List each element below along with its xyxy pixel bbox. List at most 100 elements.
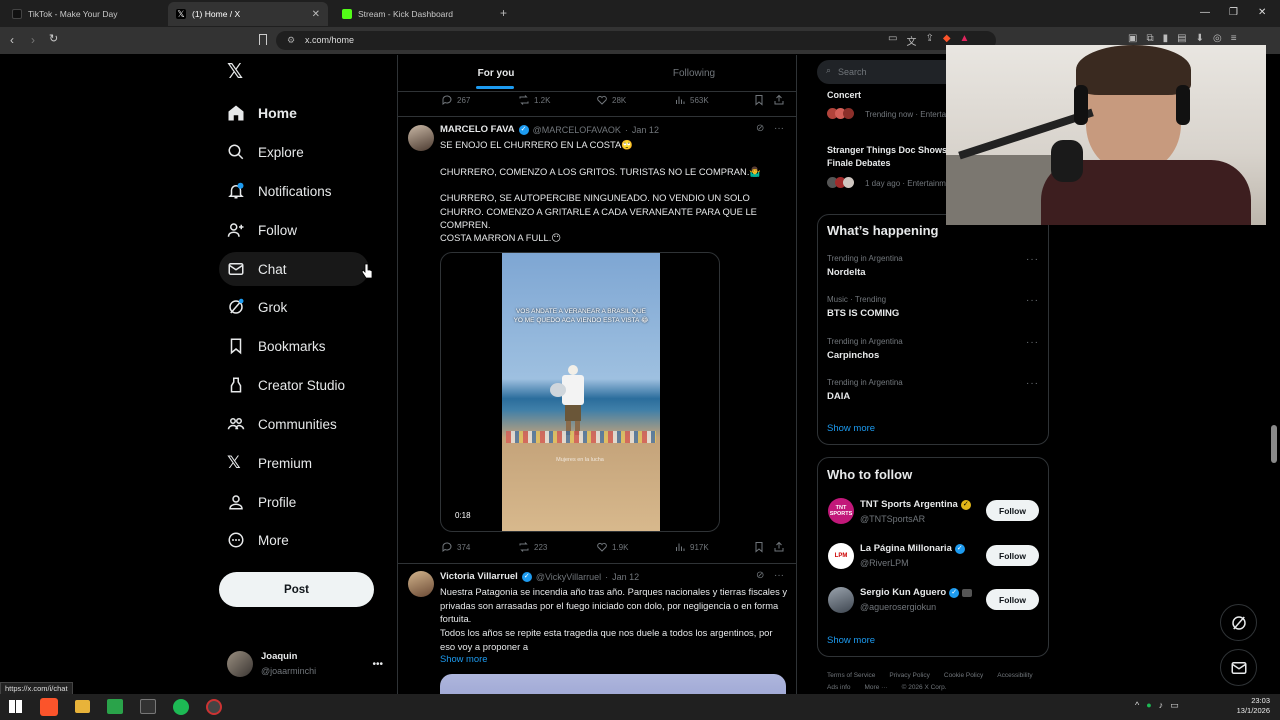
tray-chevron-icon[interactable]: ^ <box>1135 700 1139 711</box>
account-more-icon[interactable]: ••• <box>372 659 383 670</box>
minimize-icon[interactable]: — <box>1200 7 1210 18</box>
account-name[interactable]: La Página Millonaria <box>860 543 952 554</box>
nav-profile[interactable]: Profile <box>219 485 369 519</box>
footer-link[interactable]: Ads info <box>827 684 851 692</box>
nav-premium[interactable]: 𝕏 Premium <box>219 446 369 480</box>
translate-icon[interactable]: 文 <box>906 33 916 48</box>
trend-name[interactable]: Carpinchos <box>827 350 879 361</box>
avatar[interactable]: TNT SPORTS <box>828 498 854 524</box>
more-icon[interactable]: ··· <box>774 123 784 134</box>
author-handle[interactable]: @VickyVillarruel <box>536 572 601 582</box>
author-handle[interactable]: @MARCELOFAVAOK <box>533 125 621 135</box>
new-tab-icon[interactable]: + <box>500 6 507 20</box>
windows-start-icon[interactable] <box>9 700 22 713</box>
trend-more-icon[interactable]: ··· <box>1026 254 1039 265</box>
grok-float-button[interactable] <box>1220 604 1257 641</box>
terminal-icon[interactable] <box>140 699 156 714</box>
grok-icon[interactable]: ⊘ <box>756 570 764 581</box>
nav-follow[interactable]: Follow <box>219 213 369 247</box>
sidebar-toggle-icon[interactable]: ▣ <box>1128 33 1137 44</box>
nav-bookmarks[interactable]: Bookmarks <box>219 329 369 363</box>
repost-button[interactable]: 1.2K <box>518 94 550 106</box>
trend-more-icon[interactable]: ··· <box>1026 337 1039 348</box>
account-name[interactable]: TNT Sports Argentina <box>860 499 958 510</box>
file-explorer-icon[interactable] <box>75 700 90 713</box>
reply-button[interactable]: 267 <box>441 94 470 106</box>
account-name[interactable]: Sergio Kun Aguero <box>860 587 946 598</box>
close-tab-icon[interactable]: ✕ <box>312 9 320 20</box>
cast-icon[interactable]: ▭ <box>888 33 897 48</box>
scrollbar-thumb[interactable] <box>1271 425 1277 463</box>
spotify-icon[interactable] <box>173 699 189 715</box>
nav-notifications[interactable]: Notifications <box>219 174 369 208</box>
share-icon[interactable]: ⇪ <box>925 33 933 48</box>
tab-x-home[interactable]: 𝕏 (1) Home / X ✕ <box>168 2 328 26</box>
nav-creator-studio[interactable]: Creator Studio <box>219 368 369 402</box>
menu-icon[interactable]: ≡ <box>1231 33 1237 44</box>
spotify-tray-icon[interactable]: ● <box>1146 700 1151 711</box>
repost-button[interactable]: 223 <box>518 541 547 553</box>
views-button[interactable]: 563K <box>674 94 709 106</box>
like-button[interactable]: 1.9K <box>596 541 628 553</box>
trend-name[interactable]: Stranger Things Doc Shows Finale Debates <box>827 144 952 170</box>
avatar[interactable] <box>828 587 854 613</box>
footer-link[interactable]: Terms of Service <box>827 672 875 680</box>
messages-float-button[interactable] <box>1220 649 1257 686</box>
trend-name[interactable]: Concert <box>827 90 861 100</box>
footer-link[interactable]: More ··· <box>865 684 888 692</box>
brave-taskbar-icon[interactable] <box>40 698 58 716</box>
bookmark-icon[interactable] <box>753 541 765 553</box>
trend-name[interactable]: BTS IS COMING <box>827 308 899 319</box>
forward-icon[interactable]: › <box>31 33 35 47</box>
trend-name[interactable]: DAIA <box>827 391 850 402</box>
nav-communities[interactable]: Communities <box>219 407 369 441</box>
tab-following[interactable]: Following <box>594 55 794 91</box>
vpn-icon[interactable]: ◎ <box>1213 33 1222 44</box>
share-icon[interactable] <box>773 94 785 106</box>
downloads-icon[interactable]: ⬇ <box>1196 33 1204 44</box>
like-button[interactable]: 28K <box>596 94 626 106</box>
grok-icon[interactable]: ⊘ <box>756 123 764 134</box>
nav-home[interactable]: Home <box>219 96 369 130</box>
network-icon[interactable]: ▭ <box>1170 700 1179 711</box>
x-logo-icon[interactable]: 𝕏 <box>227 62 247 82</box>
extensions-icon[interactable]: ⧉ <box>1146 33 1153 44</box>
follow-button[interactable]: Follow <box>986 545 1039 566</box>
footer-link[interactable]: Cookie Policy <box>944 672 983 680</box>
footer-link[interactable]: Accessibility <box>997 672 1032 680</box>
show-more-link[interactable]: Show more <box>827 423 875 434</box>
wallet-icon[interactable]: ▤ <box>1177 33 1186 44</box>
nav-explore[interactable]: Explore <box>219 135 369 169</box>
obs-icon[interactable] <box>206 699 222 715</box>
nav-more[interactable]: More <box>219 523 369 557</box>
reply-button[interactable]: 374 <box>441 541 470 553</box>
app-icon[interactable] <box>107 699 123 714</box>
reload-icon[interactable]: ↻ <box>49 32 58 45</box>
show-more-link[interactable]: Show more <box>440 653 487 664</box>
views-button[interactable]: 917K <box>674 541 709 553</box>
nav-grok[interactable]: Grok <box>219 290 369 324</box>
trend-more-icon[interactable]: ··· <box>1026 378 1039 389</box>
author-name[interactable]: MARCELO FAVA <box>440 124 515 135</box>
site-info-icon[interactable]: ⚙ <box>287 35 295 46</box>
more-icon[interactable]: ··· <box>774 570 784 581</box>
trend-name[interactable]: Nordelta <box>827 267 866 278</box>
share-icon[interactable] <box>773 541 785 553</box>
window-close-icon[interactable]: ✕ <box>1258 7 1266 18</box>
tweet-date[interactable]: Jan 12 <box>612 572 639 582</box>
nav-chat[interactable]: Chat <box>219 252 369 286</box>
bookmark-page-icon[interactable] <box>259 34 267 45</box>
trend-more-icon[interactable]: ··· <box>1026 295 1039 306</box>
show-more-link[interactable]: Show more <box>827 635 875 646</box>
tab-tiktok[interactable]: TikTok - Make Your Day <box>4 2 169 26</box>
volume-icon[interactable]: ♪ <box>1159 700 1164 711</box>
footer-link[interactable]: Privacy Policy <box>889 672 929 680</box>
restore-icon[interactable]: ❐ <box>1229 7 1238 18</box>
follow-button[interactable]: Follow <box>986 500 1039 521</box>
back-icon[interactable]: ‹ <box>10 33 14 47</box>
account-switcher[interactable]: Joaquin @joaarminchi ••• <box>219 645 389 683</box>
post-button[interactable]: Post <box>219 572 374 607</box>
clock[interactable]: 23:03 13/1/2026 <box>1226 696 1270 716</box>
reading-list-icon[interactable]: ▮ <box>1163 33 1169 44</box>
video-player[interactable]: VOS ANDATE A VERANEAR A BRASIL QUE YO ME… <box>440 252 720 532</box>
